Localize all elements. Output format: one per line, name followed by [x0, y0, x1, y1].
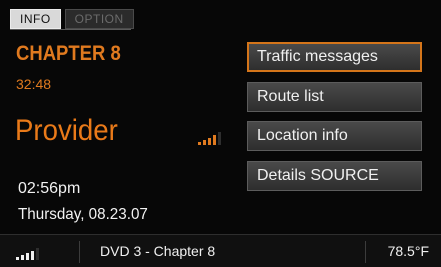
infotainment-screen: INFO OPTION CHAPTER 8 32:48 Provider 02:…: [0, 0, 441, 267]
tab-bar: INFO OPTION: [10, 9, 134, 30]
tab-info[interactable]: INFO: [10, 9, 61, 29]
clock-time: 02:56pm: [18, 180, 81, 197]
menu-button-label: Location info: [257, 127, 348, 144]
menu-button-label: Details SOURCE: [257, 167, 379, 184]
provider-signal-bar: [213, 135, 216, 145]
clock-date: Thursday, 08.23.07: [18, 206, 148, 223]
status-temperature: 78.5°F: [387, 243, 429, 259]
route-list-button[interactable]: Route list: [247, 82, 422, 112]
status-divider: [79, 241, 80, 263]
provider-signal-bar: [208, 138, 211, 145]
provider-signal-bar: [198, 142, 201, 145]
tab-option[interactable]: OPTION: [64, 9, 134, 29]
status-signal-bar: [16, 257, 19, 260]
status-track: DVD 3 - Chapter 8: [100, 243, 216, 259]
location-info-button[interactable]: Location info: [247, 121, 422, 151]
menu-button-label: Traffic messages: [257, 48, 378, 65]
status-divider: [365, 241, 366, 263]
status-signal-icon: [16, 248, 39, 260]
traffic-messages-button[interactable]: Traffic messages: [247, 42, 422, 72]
status-signal-bar: [31, 251, 34, 260]
provider-signal-bar: [203, 140, 206, 145]
status-signal-bar: [26, 253, 29, 260]
menu-button-label: Route list: [257, 88, 324, 105]
provider-signal-icon: [198, 132, 221, 145]
provider-name: Provider: [15, 114, 118, 147]
status-signal-bar: [21, 255, 24, 260]
details-source-button[interactable]: Details SOURCE: [247, 161, 422, 191]
tab-underline: [10, 29, 131, 30]
provider-signal-bar: [218, 132, 221, 145]
status-bar: DVD 3 - Chapter 8 78.5°F: [0, 234, 441, 267]
elapsed-time: 32:48: [16, 76, 52, 92]
status-signal-bar: [36, 248, 39, 260]
chapter-title: CHAPTER 8: [16, 42, 121, 65]
